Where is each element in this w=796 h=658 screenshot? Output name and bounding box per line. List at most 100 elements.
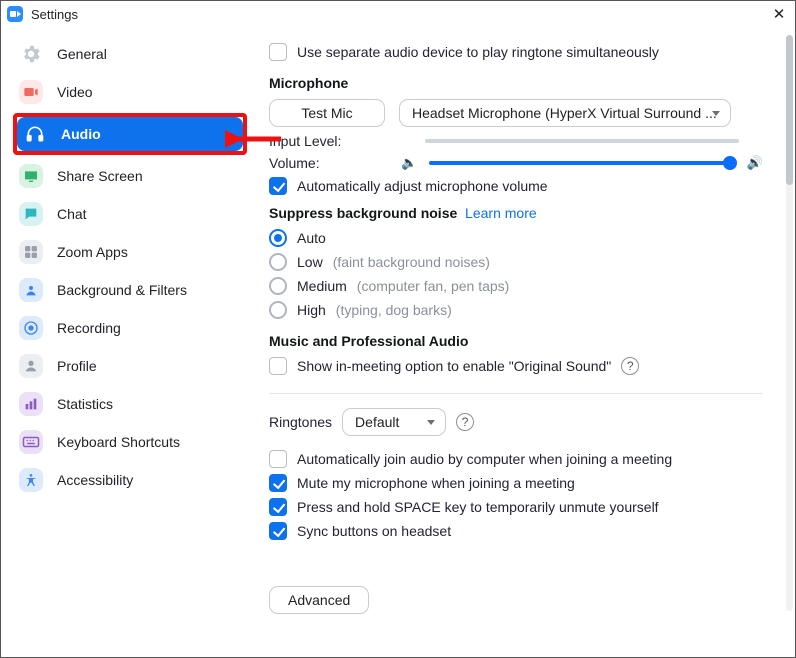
checkbox-separate-ringtone[interactable] bbox=[269, 43, 287, 61]
chat-icon bbox=[19, 202, 43, 226]
volume-low-icon: 🔈 bbox=[401, 155, 417, 171]
noise-option-low[interactable]: Low (faint background noises) bbox=[269, 253, 763, 271]
radio-auto[interactable] bbox=[269, 229, 287, 247]
noise-label: Low bbox=[297, 254, 323, 270]
help-icon[interactable]: ? bbox=[621, 357, 639, 375]
sidebar-item-label: Zoom Apps bbox=[57, 244, 128, 260]
profile-icon bbox=[19, 354, 43, 378]
auto-join-label: Automatically join audio by computer whe… bbox=[297, 451, 672, 467]
auto-adjust-label: Automatically adjust microphone volume bbox=[297, 178, 548, 194]
input-level-meter bbox=[425, 139, 739, 143]
sidebar: General Video Audio bbox=[1, 27, 253, 657]
content-pane: Use separate audio device to play ringto… bbox=[253, 27, 795, 657]
sidebar-item-label: Video bbox=[57, 84, 93, 100]
volume-high-icon: 🔊 bbox=[747, 155, 763, 171]
sidebar-item-audio[interactable]: Audio bbox=[17, 117, 243, 151]
sidebar-item-keyboard[interactable]: Keyboard Shortcuts bbox=[13, 423, 247, 461]
noise-hint: (computer fan, pen taps) bbox=[357, 278, 510, 294]
close-icon[interactable]: ✕ bbox=[769, 7, 789, 22]
sidebar-item-zoom-apps[interactable]: Zoom Apps bbox=[13, 233, 247, 271]
radio-medium[interactable] bbox=[269, 277, 287, 295]
space-unmute-row[interactable]: Press and hold SPACE key to temporarily … bbox=[269, 498, 763, 516]
microphone-heading: Microphone bbox=[269, 75, 763, 91]
radio-low[interactable] bbox=[269, 253, 287, 271]
volume-slider[interactable] bbox=[429, 161, 735, 165]
space-unmute-label: Press and hold SPACE key to temporarily … bbox=[297, 499, 659, 515]
volume-thumb[interactable] bbox=[723, 156, 737, 170]
separate-ringtone-row[interactable]: Use separate audio device to play ringto… bbox=[269, 43, 763, 61]
mute-on-join-label: Mute my microphone when joining a meetin… bbox=[297, 475, 575, 491]
checkbox-auto-adjust[interactable] bbox=[269, 177, 287, 195]
volume-row: Volume: 🔈 🔊 bbox=[269, 155, 763, 171]
gear-icon bbox=[19, 42, 43, 66]
noise-option-high[interactable]: High (typing, dog barks) bbox=[269, 301, 763, 319]
noise-label: Medium bbox=[297, 278, 347, 294]
highlight-box: Audio bbox=[13, 113, 247, 155]
keyboard-icon bbox=[19, 430, 43, 454]
sidebar-item-label: Accessibility bbox=[57, 472, 133, 488]
headphones-icon bbox=[23, 122, 47, 146]
checkbox-space-unmute[interactable] bbox=[269, 498, 287, 516]
auto-adjust-row[interactable]: Automatically adjust microphone volume bbox=[269, 177, 763, 195]
sync-headset-label: Sync buttons on headset bbox=[297, 523, 451, 539]
apps-icon bbox=[19, 240, 43, 264]
scrollbar-thumb[interactable] bbox=[786, 35, 793, 185]
sidebar-item-label: Chat bbox=[57, 206, 87, 222]
sidebar-item-label: Keyboard Shortcuts bbox=[57, 434, 180, 450]
sidebar-item-recording[interactable]: Recording bbox=[13, 309, 247, 347]
checkbox-original-sound[interactable] bbox=[269, 357, 287, 375]
titlebar: Settings ✕ bbox=[1, 1, 795, 27]
learn-more-link[interactable]: Learn more bbox=[465, 205, 537, 221]
body: General Video Audio bbox=[1, 27, 795, 657]
sidebar-item-label: Recording bbox=[57, 320, 121, 336]
scrollbar[interactable] bbox=[786, 35, 793, 611]
suppress-heading-text: Suppress background noise bbox=[269, 205, 457, 221]
separate-ringtone-label: Use separate audio device to play ringto… bbox=[297, 44, 659, 60]
input-level-row: Input Level: bbox=[269, 133, 763, 149]
sidebar-item-background[interactable]: Background & Filters bbox=[13, 271, 247, 309]
zoom-icon bbox=[7, 6, 23, 22]
sidebar-item-label: Share Screen bbox=[57, 168, 143, 184]
divider bbox=[269, 393, 763, 394]
checkbox-mute-on-join[interactable] bbox=[269, 474, 287, 492]
noise-hint: (typing, dog barks) bbox=[336, 302, 452, 318]
checkbox-sync-headset[interactable] bbox=[269, 522, 287, 540]
recording-icon bbox=[19, 316, 43, 340]
help-icon[interactable]: ? bbox=[456, 413, 474, 431]
sidebar-item-label: Audio bbox=[61, 126, 101, 142]
video-icon bbox=[19, 80, 43, 104]
suppress-heading: Suppress background noise Learn more bbox=[269, 205, 763, 221]
noise-option-auto[interactable]: Auto bbox=[269, 229, 763, 247]
sidebar-item-video[interactable]: Video bbox=[13, 73, 247, 111]
radio-high[interactable] bbox=[269, 301, 287, 319]
sidebar-item-statistics[interactable]: Statistics bbox=[13, 385, 247, 423]
noise-label: High bbox=[297, 302, 326, 318]
window-title: Settings bbox=[31, 7, 78, 22]
ringtones-row: Ringtones Default ? bbox=[269, 408, 763, 436]
advanced-button[interactable]: Advanced bbox=[269, 586, 369, 614]
input-level-label: Input Level: bbox=[269, 133, 389, 149]
sidebar-item-share-screen[interactable]: Share Screen bbox=[13, 157, 247, 195]
mute-on-join-row[interactable]: Mute my microphone when joining a meetin… bbox=[269, 474, 763, 492]
sidebar-item-profile[interactable]: Profile bbox=[13, 347, 247, 385]
sidebar-item-label: Profile bbox=[57, 358, 97, 374]
auto-join-row[interactable]: Automatically join audio by computer whe… bbox=[269, 450, 763, 468]
mic-device-select[interactable]: Headset Microphone (HyperX Virtual Surro… bbox=[399, 99, 731, 127]
ringtones-select[interactable]: Default bbox=[342, 408, 446, 436]
sidebar-item-chat[interactable]: Chat bbox=[13, 195, 247, 233]
sidebar-item-accessibility[interactable]: Accessibility bbox=[13, 461, 247, 499]
share-screen-icon bbox=[19, 164, 43, 188]
noise-hint: (faint background noises) bbox=[333, 254, 490, 270]
checkbox-auto-join[interactable] bbox=[269, 450, 287, 468]
sidebar-item-label: General bbox=[57, 46, 107, 62]
sync-headset-row[interactable]: Sync buttons on headset bbox=[269, 522, 763, 540]
sidebar-item-general[interactable]: General bbox=[13, 35, 247, 73]
sidebar-item-label: Background & Filters bbox=[57, 282, 187, 298]
ringtones-label: Ringtones bbox=[269, 414, 332, 430]
accessibility-icon bbox=[19, 468, 43, 492]
statistics-icon bbox=[19, 392, 43, 416]
test-mic-button[interactable]: Test Mic bbox=[269, 99, 385, 127]
noise-option-medium[interactable]: Medium (computer fan, pen taps) bbox=[269, 277, 763, 295]
settings-window: Settings ✕ General Video bbox=[0, 0, 796, 658]
original-sound-row[interactable]: Show in-meeting option to enable "Origin… bbox=[269, 357, 763, 375]
